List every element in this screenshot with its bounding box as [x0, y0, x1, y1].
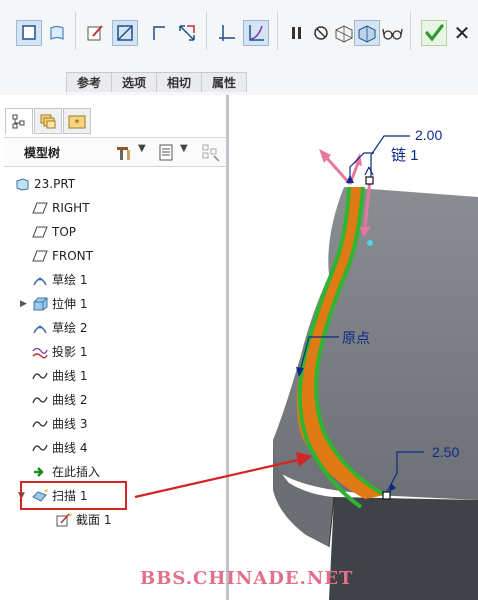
callout-arrow — [134, 452, 312, 499]
callout-arrow-icon — [296, 452, 312, 467]
watermark: BBS.CHINADE.NET — [140, 568, 354, 589]
